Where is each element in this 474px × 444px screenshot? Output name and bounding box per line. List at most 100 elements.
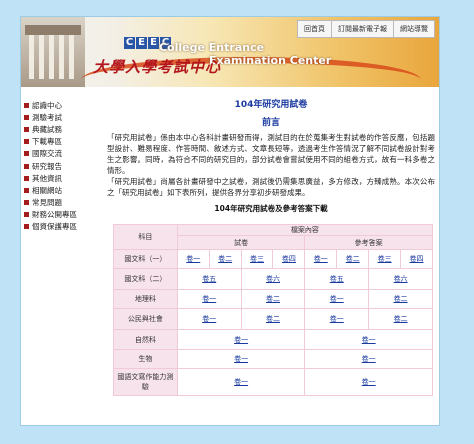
- answer-download-link[interactable]: 卷一: [330, 315, 344, 323]
- paper-header: 試卷: [176, 235, 306, 250]
- sidebar-item[interactable]: 相關網站: [24, 184, 104, 196]
- site-name-en-line2: Examination Center: [209, 54, 332, 67]
- answer-cell: 卷五: [304, 268, 370, 290]
- answer-cell: 卷一: [304, 289, 370, 309]
- answer-download-link[interactable]: 卷一: [362, 355, 376, 363]
- paper-cell: 卷一: [176, 308, 242, 330]
- sidebar-item[interactable]: 國際交流: [24, 148, 104, 160]
- table-row: 國文科（二） 卷五 卷六 卷五 卷六: [113, 268, 433, 290]
- answer-download-link[interactable]: 卷一: [330, 295, 344, 303]
- paper-download-link[interactable]: 卷二: [266, 295, 280, 303]
- table-row: 地理科 卷一 卷二 卷一 卷二: [113, 289, 433, 309]
- sidebar-item-label: 國際交流: [32, 149, 62, 159]
- paper-cell: 卷一: [176, 349, 306, 369]
- answer-cell: 卷一: [304, 368, 433, 396]
- sidebar-item[interactable]: 認識中心: [24, 99, 104, 111]
- section-heading: 前言: [261, 118, 280, 128]
- intro-text: 「研究用試卷」係由本中心各科計畫研發而得，測試目的在於蒐集考生對試卷的作答反應，…: [107, 132, 435, 198]
- answer-download-link[interactable]: 卷二: [346, 255, 360, 263]
- subject-cell: 公民與社會: [113, 308, 178, 330]
- sidebar-item-label: 其他資訊: [32, 173, 62, 183]
- sidebar-item-label: 下載專區: [32, 137, 62, 147]
- page-title: 104年研究用試卷: [234, 100, 308, 110]
- subject-cell: 國文科（二）: [113, 268, 178, 290]
- home-link[interactable]: 回首頁: [298, 21, 331, 37]
- table-row: 公民與社會 卷一 卷二 卷一 卷二: [113, 308, 433, 330]
- paper-download-link[interactable]: 卷六: [266, 275, 280, 283]
- paper-cell: 卷二: [240, 308, 306, 330]
- table-row: 生物 卷一 卷一: [113, 349, 433, 369]
- bullet-icon: [24, 187, 29, 193]
- answer-cell: 卷二: [368, 289, 433, 309]
- table-row: 國文科（一） 卷一 卷二 卷三 卷四 卷一 卷二 卷三 卷四: [113, 249, 433, 269]
- file-content-header: 檔案內容: [176, 224, 434, 236]
- table-title: 104年研究用試卷及參考答案下載: [214, 204, 328, 213]
- table-row: 自然科 卷一 卷一: [113, 329, 433, 350]
- bullet-icon: [24, 163, 29, 169]
- main-content: 104年研究用試卷 前言 「研究用試卷」係由本中心各科計畫研發而得，測試目的在於…: [107, 97, 435, 214]
- answer-download-link[interactable]: 卷五: [330, 275, 344, 283]
- answer-download-link[interactable]: 卷三: [378, 255, 392, 263]
- subscribe-newsletter-link[interactable]: 訂閱最新電子報: [331, 21, 393, 37]
- sidebar-item[interactable]: 下載專區: [24, 136, 104, 148]
- answer-download-link[interactable]: 卷四: [410, 255, 424, 263]
- subject-cell: 地理科: [113, 289, 178, 309]
- bullet-icon: [24, 151, 29, 157]
- sidebar-item-label: 認識中心: [32, 100, 62, 110]
- paper-download-link[interactable]: 卷一: [186, 255, 200, 263]
- answer-download-link[interactable]: 卷一: [362, 378, 376, 386]
- sitemap-link[interactable]: 網站導覽: [393, 21, 434, 37]
- answer-download-link[interactable]: 卷一: [314, 255, 328, 263]
- download-table: 科目 檔案內容 試卷 參考答案 國文科（一） 卷一 卷二 卷三 卷四 卷一 卷二 卷三 卷四 國文科（二）…: [113, 224, 434, 396]
- paper-cell: 卷三: [240, 249, 274, 269]
- sidebar-item-label: 財務公開專區: [32, 210, 77, 220]
- sidebar-item[interactable]: 研究報告: [24, 160, 104, 172]
- sidebar-item-label: 相關網站: [32, 185, 62, 195]
- answer-cell: 卷二: [336, 249, 370, 269]
- answer-download-link[interactable]: 卷一: [362, 336, 376, 344]
- building-image: [21, 17, 85, 87]
- paper-download-link[interactable]: 卷一: [234, 336, 248, 344]
- paper-download-link[interactable]: 卷一: [234, 378, 248, 386]
- sidebar-item[interactable]: 常見問題: [24, 197, 104, 209]
- paper-download-link[interactable]: 卷三: [250, 255, 264, 263]
- top-nav: 回首頁 訂閱最新電子報 網站導覽: [297, 20, 435, 38]
- intro-paragraph-2: 「研究用試卷」尚屬各計畫研發中之試卷，測試後仍需集思廣益，多方修改，方臻成熟。本…: [107, 177, 435, 197]
- subject-header: 科目: [113, 224, 178, 250]
- table-row: 國語文寫作能力測驗 卷一 卷一: [113, 368, 433, 396]
- answer-cell: 卷一: [304, 308, 370, 330]
- bullet-icon: [24, 175, 29, 181]
- answer-cell: 卷二: [368, 308, 433, 330]
- sidebar: 認識中心 測驗考試 典藏試務下載專區國際交流 研究報告 其他資訊相關網站常見問題財務公開…: [24, 99, 104, 233]
- paper-download-link[interactable]: 卷一: [202, 315, 216, 323]
- answer-cell: 卷三: [368, 249, 402, 269]
- sidebar-item[interactable]: 個資保護專區: [24, 221, 104, 233]
- sidebar-item[interactable]: 典藏試務: [24, 123, 104, 135]
- answer-download-link[interactable]: 卷二: [394, 315, 408, 323]
- bullet-icon: [24, 200, 29, 206]
- answer-download-link[interactable]: 卷六: [394, 275, 408, 283]
- sidebar-item[interactable]: 測驗考試: [24, 111, 104, 123]
- paper-cell: 卷二: [208, 249, 242, 269]
- sidebar-item-label: 典藏試務: [32, 124, 62, 134]
- answer-cell: 卷四: [400, 249, 433, 269]
- sidebar-item-label: 常見問題: [32, 198, 62, 208]
- paper-download-link[interactable]: 卷二: [266, 315, 280, 323]
- paper-cell: 卷一: [176, 368, 306, 396]
- subject-cell: 生物: [113, 349, 178, 369]
- paper-download-link[interactable]: 卷一: [234, 355, 248, 363]
- paper-download-link[interactable]: 卷五: [202, 275, 216, 283]
- answer-cell: 卷一: [304, 349, 433, 369]
- paper-cell: 卷一: [176, 249, 210, 269]
- bullet-icon: [24, 212, 29, 218]
- paper-download-link[interactable]: 卷四: [282, 255, 296, 263]
- sidebar-item[interactable]: 財務公開專區: [24, 209, 104, 221]
- paper-cell: 卷四: [272, 249, 306, 269]
- subject-cell: 自然科: [113, 329, 178, 350]
- sidebar-item[interactable]: 其他資訊: [24, 172, 104, 184]
- paper-download-link[interactable]: 卷一: [202, 295, 216, 303]
- paper-download-link[interactable]: 卷二: [218, 255, 232, 263]
- answer-cell: 卷一: [304, 329, 433, 350]
- answer-download-link[interactable]: 卷二: [394, 295, 408, 303]
- answer-cell: 卷一: [304, 249, 338, 269]
